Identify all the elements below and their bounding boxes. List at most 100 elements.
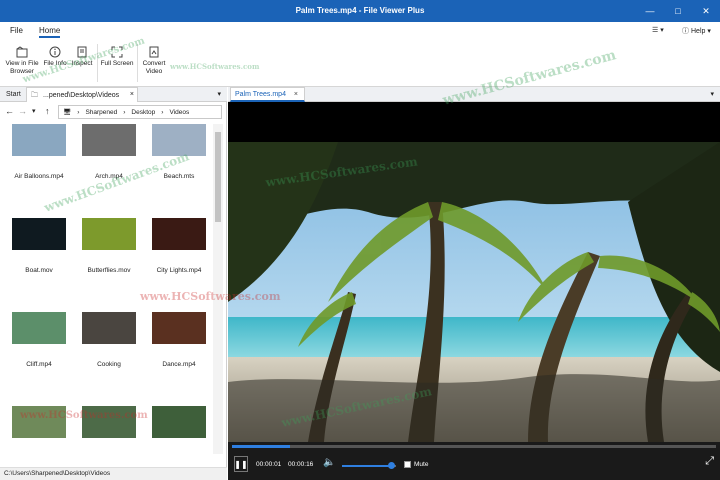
file-item[interactable]: Butterflies.mov (74, 218, 144, 274)
file-info-label: File Info (43, 60, 67, 67)
breadcrumb-item[interactable]: Desktop (131, 109, 155, 116)
tab-videos-folder[interactable]: 🗀 ...pened\Desktop\Videos × (26, 87, 138, 102)
file-item[interactable]: City Lights.mp4 (144, 218, 212, 274)
pause-icon[interactable]: ❚❚ (234, 456, 248, 472)
breadcrumb[interactable]: 🖥 › Sharpened › Desktop › Videos (58, 105, 222, 119)
inspect-button[interactable]: Inspect (70, 46, 94, 68)
viewer-tabs: Palm Trees.mp4 × ▾ (228, 87, 720, 102)
file-browser-pane: Start 🗀 ...pened\Desktop\Videos × ▾ ← → … (0, 87, 227, 480)
video-thumbnail (82, 312, 136, 344)
file-name: Cliff.mp4 (26, 361, 52, 368)
fullscreen-icon[interactable]: ⤢ (705, 455, 714, 468)
folder-icon: 🗀 (31, 92, 38, 99)
mute-label: Mute (414, 461, 429, 468)
file-grid: Air Balloons.mp4 Arch.mp4 Beach.mts Boat.mo… (0, 124, 212, 454)
chevron-down-icon[interactable]: ▾ (32, 107, 36, 115)
video-thumbnail (152, 406, 206, 438)
menu-file[interactable]: File (10, 26, 23, 35)
info-icon (49, 46, 61, 58)
status-bar: C:\Users\Sharpened\Desktop\Videos (0, 467, 227, 480)
window-title: Palm Trees.mp4 - File Viewer Plus (295, 6, 425, 15)
video-thumbnail (152, 312, 206, 344)
settings-menu[interactable]: ☰ ▾ (652, 26, 664, 34)
mute-checkbox[interactable] (404, 461, 411, 468)
file-item[interactable]: Cliff.mp4 (4, 312, 74, 368)
view-in-browser-label: View in File Browser (5, 60, 39, 75)
navigation-bar: ← → ▾ ↑ 🖥 › Sharpened › Desktop › Videos (0, 104, 227, 120)
file-info-button[interactable]: File Info (42, 46, 68, 68)
volume-icon[interactable]: 🔈 (323, 457, 335, 468)
convert-video-button[interactable]: Convert Video (140, 46, 168, 76)
palm-beach-scene (228, 142, 720, 442)
computer-icon: 🖥 (63, 109, 72, 116)
file-name: City Lights.mp4 (156, 267, 202, 274)
video-frame[interactable] (228, 142, 720, 442)
file-name: Butterflies.mov (87, 267, 131, 274)
chevron-down-icon[interactable]: ▾ (217, 90, 221, 98)
up-arrow-icon[interactable]: ↑ (45, 106, 50, 116)
help-menu[interactable]: ⓘ Help ▾ (682, 26, 711, 36)
tab-palm-trees[interactable]: Palm Trees.mp4 × (230, 87, 306, 102)
file-name: Air Balloons.mp4 (14, 173, 64, 180)
file-item[interactable] (144, 406, 212, 454)
file-item[interactable] (74, 406, 144, 454)
vertical-scrollbar[interactable] (213, 124, 223, 454)
volume-handle[interactable] (387, 462, 395, 469)
volume-level (342, 465, 391, 467)
convert-video-label: Convert Video (142, 60, 166, 75)
seek-progress (232, 445, 291, 448)
file-item[interactable]: Boat.mov (4, 218, 74, 274)
video-thumbnail (82, 218, 136, 250)
file-name: Beach.mts (163, 173, 195, 180)
video-thumbnail (152, 124, 206, 156)
video-thumbnail (82, 124, 136, 156)
current-time: 00:00:01 (256, 461, 282, 468)
file-item[interactable]: Beach.mts (144, 124, 212, 180)
video-viewer-pane: Palm Trees.mp4 × ▾ ❚❚ 00:00:01 00:00:16 … (228, 87, 720, 480)
video-thumbnail (12, 312, 66, 344)
scrollbar-thumb[interactable] (215, 132, 221, 222)
file-name: Dance.mp4 (162, 361, 196, 368)
forward-arrow-icon[interactable]: → (18, 106, 27, 116)
tab-videos-label: ...pened\Desktop\Videos (43, 92, 120, 99)
full-screen-label: Full Screen (100, 60, 134, 67)
total-time: 00:00:16 (288, 461, 314, 468)
help-icon: ⓘ (682, 28, 689, 35)
tab-start[interactable]: Start (2, 87, 25, 102)
maximize-icon[interactable]: □ (664, 0, 692, 22)
menu-home[interactable]: Home (39, 26, 61, 38)
title-bar: Palm Trees.mp4 - File Viewer Plus — □ ✕ (0, 0, 720, 22)
file-name: Arch.mp4 (95, 173, 123, 180)
browser-tabs: Start 🗀 ...pened\Desktop\Videos × ▾ (0, 87, 227, 102)
fullscreen-icon (111, 46, 123, 58)
file-name: Boat.mov (25, 267, 53, 274)
minimize-icon[interactable]: — (636, 0, 664, 22)
seek-bar[interactable] (232, 445, 716, 448)
file-item[interactable]: Dance.mp4 (144, 312, 212, 368)
file-item[interactable] (4, 406, 74, 454)
close-icon[interactable]: × (294, 91, 298, 98)
convert-icon (149, 46, 159, 58)
inspect-icon (77, 46, 87, 58)
file-item[interactable]: Cooking (74, 312, 144, 368)
breadcrumb-item[interactable]: Sharpened (85, 109, 117, 116)
video-thumbnail (82, 406, 136, 438)
chevron-down-icon[interactable]: ▾ (710, 90, 714, 98)
breadcrumb-item[interactable]: Videos (169, 109, 189, 116)
settings-icon: ☰ (652, 27, 659, 34)
chevron-down-icon: ▾ (707, 28, 711, 35)
player-controls: ❚❚ 00:00:01 00:00:16 🔈 Mute ⤢ (228, 442, 720, 480)
close-icon[interactable]: ✕ (692, 0, 720, 22)
full-screen-button[interactable]: Full Screen (100, 46, 134, 68)
video-thumbnail (12, 406, 66, 438)
folder-icon (16, 46, 28, 58)
view-in-browser-button[interactable]: View in File Browser (4, 46, 40, 76)
ribbon: View in File Browser File Info Inspect F… (0, 27, 720, 87)
volume-slider[interactable] (342, 462, 396, 469)
close-icon[interactable]: × (130, 91, 134, 98)
back-arrow-icon[interactable]: ← (5, 106, 14, 116)
file-item[interactable]: Air Balloons.mp4 (4, 124, 74, 180)
file-item[interactable]: Arch.mp4 (74, 124, 144, 180)
inspect-label: Inspect (71, 60, 93, 67)
video-thumbnail (12, 218, 66, 250)
